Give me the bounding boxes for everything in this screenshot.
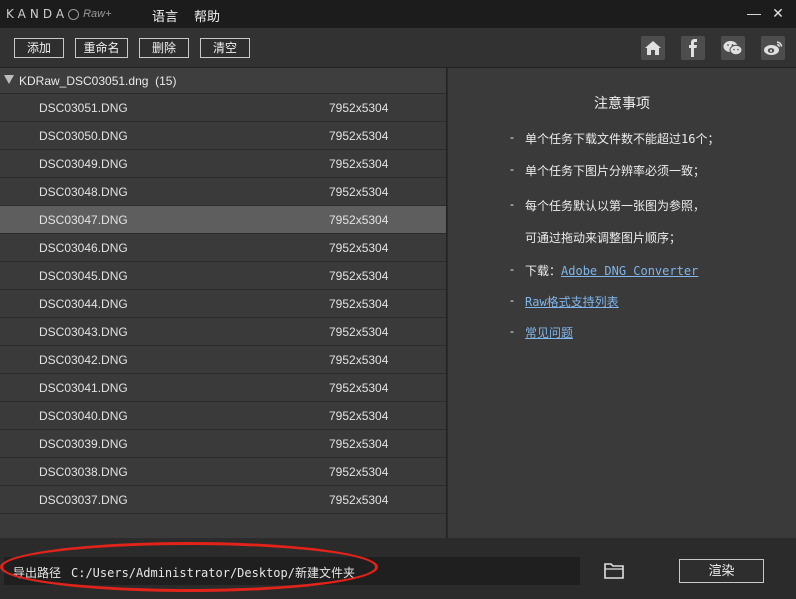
bullet-dash: - bbox=[510, 293, 514, 307]
file-name: DSC03047.DNG bbox=[39, 213, 128, 227]
file-resolution: 7952x5304 bbox=[329, 269, 389, 283]
expand-triangle-icon[interactable] bbox=[4, 75, 14, 84]
file-name: DSC03050.DNG bbox=[39, 129, 128, 143]
toolbar: 添加 重命名 删除 清空 bbox=[0, 28, 796, 68]
note-line-2: 单个任务下图片分辨率必须一致； bbox=[525, 164, 706, 178]
file-name: DSC03045.DNG bbox=[39, 269, 128, 283]
raw-support-item: Raw格式支持列表 bbox=[525, 293, 619, 310]
wechat-icon[interactable] bbox=[721, 36, 745, 60]
bullet-dash: - bbox=[510, 262, 514, 276]
logo-brand: KANDA bbox=[6, 7, 69, 21]
bottom-bar: 导出路径 C:/Users/Administrator/Desktop/新建文件… bbox=[0, 538, 796, 599]
file-row[interactable]: DSC03051.DNG 7952x5304 bbox=[0, 94, 446, 122]
note-line-3b: 可通过拖动来调整图片顺序； bbox=[525, 231, 682, 245]
file-name: DSC03041.DNG bbox=[39, 381, 128, 395]
file-row[interactable]: DSC03046.DNG 7952x5304 bbox=[0, 234, 446, 262]
file-row[interactable]: DSC03049.DNG 7952x5304 bbox=[0, 150, 446, 178]
file-name: DSC03038.DNG bbox=[39, 465, 128, 479]
file-row[interactable]: DSC03050.DNG 7952x5304 bbox=[0, 122, 446, 150]
file-resolution: 7952x5304 bbox=[329, 297, 389, 311]
home-icon[interactable] bbox=[641, 36, 665, 60]
delete-button[interactable]: 删除 bbox=[139, 38, 189, 58]
note-download: 下载：Adobe DNG Converter bbox=[525, 262, 698, 279]
faq-item: 常见问题 bbox=[525, 324, 573, 341]
file-name: DSC03044.DNG bbox=[39, 297, 128, 311]
file-row[interactable]: DSC03047.DNG 7952x5304 bbox=[0, 206, 446, 234]
file-row[interactable]: DSC03044.DNG 7952x5304 bbox=[0, 290, 446, 318]
group-title: KDRaw_DSC03051.dng (15) bbox=[19, 74, 177, 88]
file-resolution: 7952x5304 bbox=[329, 353, 389, 367]
file-name: DSC03037.DNG bbox=[39, 493, 128, 507]
weibo-icon[interactable] bbox=[761, 36, 785, 60]
logo-mark-icon bbox=[68, 8, 80, 20]
file-name: DSC03049.DNG bbox=[39, 157, 128, 171]
bullet-dash: - bbox=[510, 324, 514, 338]
add-button[interactable]: 添加 bbox=[14, 38, 64, 58]
file-resolution: 7952x5304 bbox=[329, 129, 389, 143]
file-resolution: 7952x5304 bbox=[329, 493, 389, 507]
folder-icon[interactable] bbox=[603, 562, 625, 580]
note-line-1: 单个任务下载文件数不能超过16个； bbox=[525, 132, 720, 146]
download-label: 下载： bbox=[525, 264, 562, 278]
file-name: DSC03043.DNG bbox=[39, 325, 128, 339]
facebook-icon[interactable] bbox=[681, 36, 705, 60]
faq-link[interactable]: 常见问题 bbox=[525, 326, 573, 340]
file-row[interactable]: DSC03048.DNG 7952x5304 bbox=[0, 178, 446, 206]
file-name: DSC03040.DNG bbox=[39, 409, 128, 423]
raw-support-list-link[interactable]: Raw格式支持列表 bbox=[525, 295, 619, 309]
clear-button[interactable]: 清空 bbox=[200, 38, 250, 58]
bullet-dash: - bbox=[510, 130, 514, 144]
file-row[interactable]: DSC03038.DNG 7952x5304 bbox=[0, 458, 446, 486]
file-resolution: 7952x5304 bbox=[329, 213, 389, 227]
rename-button[interactable]: 重命名 bbox=[75, 38, 128, 58]
file-row[interactable]: DSC03042.DNG 7952x5304 bbox=[0, 346, 446, 374]
file-row[interactable]: DSC03043.DNG 7952x5304 bbox=[0, 318, 446, 346]
file-name: DSC03042.DNG bbox=[39, 353, 128, 367]
export-path-value[interactable]: C:/Users/Administrator/Desktop/新建文件夹 bbox=[71, 564, 355, 581]
file-row[interactable]: DSC03040.DNG 7952x5304 bbox=[0, 402, 446, 430]
file-resolution: 7952x5304 bbox=[329, 185, 389, 199]
file-resolution: 7952x5304 bbox=[329, 409, 389, 423]
adobe-dng-converter-link[interactable]: Adobe DNG Converter bbox=[561, 264, 698, 278]
file-row[interactable]: DSC03041.DNG 7952x5304 bbox=[0, 374, 446, 402]
file-group-header[interactable]: KDRaw_DSC03051.dng (15) bbox=[0, 68, 446, 94]
bullet-dash: - bbox=[510, 162, 514, 176]
file-row[interactable]: DSC03045.DNG 7952x5304 bbox=[0, 262, 446, 290]
file-resolution: 7952x5304 bbox=[329, 465, 389, 479]
note-line-3a: 每个任务默认以第一张图为参照， bbox=[525, 199, 706, 213]
file-name: DSC03048.DNG bbox=[39, 185, 128, 199]
notes-title: 注意事项 bbox=[594, 95, 650, 111]
file-resolution: 7952x5304 bbox=[329, 437, 389, 451]
title-bar: KANDA Raw+ 语言 帮助 — ✕ bbox=[0, 0, 796, 28]
file-name: DSC03039.DNG bbox=[39, 437, 128, 451]
menu-language[interactable]: 语言 bbox=[152, 6, 178, 25]
file-resolution: 7952x5304 bbox=[329, 325, 389, 339]
export-path-field[interactable]: 导出路径 C:/Users/Administrator/Desktop/新建文件… bbox=[4, 557, 580, 585]
file-name: DSC03046.DNG bbox=[39, 241, 128, 255]
menu-help[interactable]: 帮助 bbox=[194, 6, 220, 25]
app-logo: KANDA Raw+ bbox=[6, 6, 112, 22]
file-resolution: 7952x5304 bbox=[329, 157, 389, 171]
export-path-label: 导出路径 bbox=[13, 566, 62, 580]
bullet-dash: - bbox=[510, 197, 514, 211]
close-button[interactable]: ✕ bbox=[769, 4, 787, 22]
minimize-button[interactable]: — bbox=[745, 4, 763, 22]
render-button[interactable]: 渲染 bbox=[679, 559, 764, 583]
file-row[interactable]: DSC03037.DNG 7952x5304 bbox=[0, 486, 446, 514]
file-list: KDRaw_DSC03051.dng (15) DSC03051.DNG 7952… bbox=[0, 68, 447, 538]
file-resolution: 7952x5304 bbox=[329, 381, 389, 395]
file-name: DSC03051.DNG bbox=[39, 101, 128, 115]
logo-raw: Raw+ bbox=[83, 8, 112, 20]
notes-panel: 注意事项 - 单个任务下载文件数不能超过16个； - 单个任务下图片分辨率必须一… bbox=[448, 68, 796, 538]
file-resolution: 7952x5304 bbox=[329, 241, 389, 255]
file-resolution: 7952x5304 bbox=[329, 101, 389, 115]
file-row[interactable]: DSC03039.DNG 7952x5304 bbox=[0, 430, 446, 458]
